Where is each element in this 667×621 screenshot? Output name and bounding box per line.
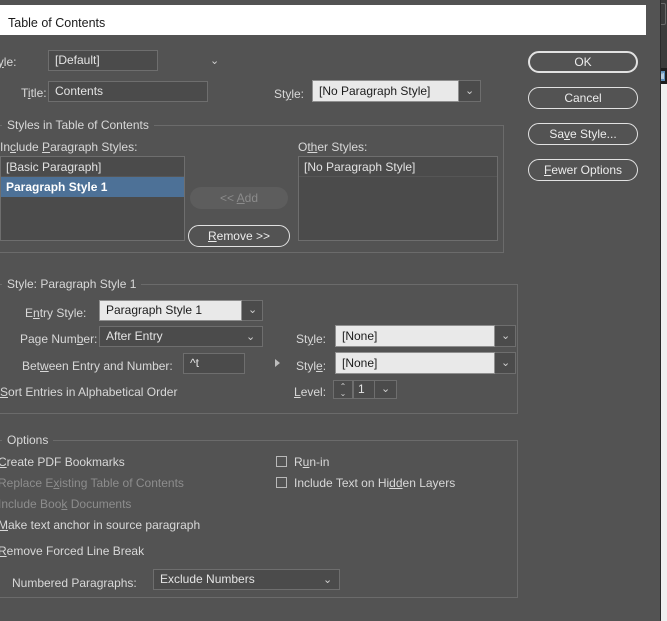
dialog-titlebar[interactable]: Table of Contents <box>0 5 646 35</box>
between-input[interactable]: ^t <box>183 353 245 374</box>
between-style-label: Style: <box>296 359 326 373</box>
toc-style-select[interactable]: [Default] <box>48 50 158 71</box>
run-in-label[interactable]: Run-in <box>294 455 329 469</box>
remove-button[interactable]: Remove >> <box>188 225 290 247</box>
level-stepper[interactable]: ⌃ ⌄ <box>333 380 353 399</box>
create-pdf-bookmarks-label[interactable]: Create PDF Bookmarks <box>0 455 125 469</box>
chevron-down-icon: ⌄ <box>323 575 332 586</box>
chevron-down-icon: ⌄ <box>381 384 390 395</box>
fewer-options-label: Fewer Options <box>544 163 622 177</box>
level-value[interactable]: 1 <box>353 380 375 399</box>
title-style-select[interactable]: [No Paragraph Style] <box>312 80 459 102</box>
other-styles-list[interactable]: [No Paragraph Style] <box>298 156 498 241</box>
list-item[interactable]: [No Paragraph Style] <box>299 157 497 177</box>
other-styles-label: Other Styles: <box>298 140 367 154</box>
add-button-label: << Add <box>220 191 258 205</box>
entry-style-select[interactable]: Paragraph Style 1 <box>99 300 242 321</box>
chevron-down-icon: ⌄ <box>210 56 219 67</box>
title-style-label: Style: <box>274 87 304 101</box>
chevron-down-icon: ⌄ <box>501 331 510 342</box>
options-group-title: Options <box>2 433 53 447</box>
cancel-button[interactable]: Cancel <box>528 87 638 109</box>
triangle-right-icon[interactable] <box>275 359 280 367</box>
page-number-label: Page Number: <box>20 332 97 346</box>
include-book-documents-label: Include Book Documents <box>0 497 131 511</box>
remove-forced-line-break-label[interactable]: Remove Forced Line Break <box>0 544 144 558</box>
chevron-down-icon: ⌄ <box>246 332 255 343</box>
replace-existing-toc-label: Replace Existing Table of Contents <box>0 476 184 490</box>
list-item[interactable]: [Basic Paragraph] <box>1 157 184 177</box>
sort-entries-label[interactable]: Sort Entries in Alphabetical Order <box>0 385 177 399</box>
chevron-down-icon: ⌄ <box>501 358 510 369</box>
run-in-checkbox[interactable] <box>276 456 287 467</box>
include-styles-label: Include Paragraph Styles: <box>0 140 137 154</box>
chevron-down-icon: ⌄ <box>248 305 257 316</box>
style-detail-group-title: Style: Paragraph Style 1 <box>2 277 141 291</box>
ok-button[interactable]: OK <box>528 51 638 73</box>
numbered-paragraphs-select[interactable]: Exclude Numbers <box>153 569 340 590</box>
add-button[interactable]: << Add <box>190 187 288 209</box>
page-number-style-select[interactable]: [None] <box>335 325 495 347</box>
numbered-paragraphs-label: Numbered Paragraphs: <box>12 576 137 590</box>
toc-style-label: TOC Style: <box>0 55 16 69</box>
level-label: Level: <box>294 385 326 399</box>
styles-group-title: Styles in Table of Contents <box>2 118 154 132</box>
include-styles-list[interactable]: [Basic Paragraph] Paragraph Style 1 <box>0 156 185 241</box>
between-style-select[interactable]: [None] <box>335 352 495 374</box>
between-label: Between Entry and Number: <box>22 359 173 373</box>
spinner-down-icon[interactable]: ⌄ <box>337 390 349 398</box>
table-of-contents-dialog: Table of Contents TOC Style: [Default] ⌄… <box>0 0 660 621</box>
remove-button-label: Remove >> <box>208 229 270 243</box>
entry-style-label: Entry Style: <box>25 306 86 320</box>
page-number-select[interactable]: After Entry <box>99 326 263 347</box>
title-label: Title: <box>21 86 47 100</box>
fewer-options-button[interactable]: Fewer Options <box>528 159 638 181</box>
list-item[interactable]: Paragraph Style 1 <box>1 177 184 197</box>
include-hidden-layers-checkbox[interactable] <box>276 477 287 488</box>
chevron-down-icon: ⌄ <box>465 86 474 97</box>
dialog-body: TOC Style: [Default] ⌄ Title: Contents S… <box>0 35 660 621</box>
save-style-label: Save Style... <box>549 127 616 141</box>
title-input[interactable]: Contents <box>48 81 208 102</box>
page-number-style-label: Style: <box>296 332 326 346</box>
save-style-button[interactable]: Save Style... <box>528 123 638 145</box>
make-text-anchor-label[interactable]: Make text anchor in source paragraph <box>0 518 200 532</box>
include-hidden-layers-label[interactable]: Include Text on Hidden Layers <box>294 476 455 490</box>
dialog-title: Table of Contents <box>8 16 105 30</box>
